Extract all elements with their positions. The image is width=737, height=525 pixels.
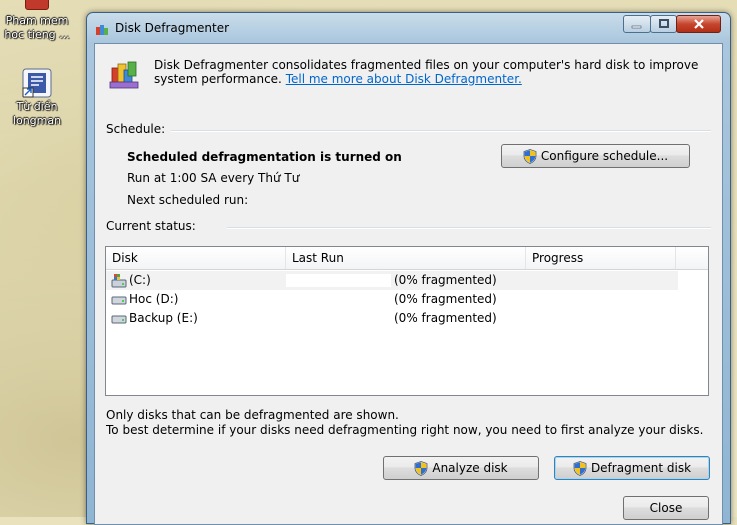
desktop-shortcut-label-line1: Pham mem <box>5 14 69 27</box>
last-run-date-blank <box>286 293 391 306</box>
disk-list-header: Disk Last Run Progress <box>106 247 708 270</box>
close-icon <box>693 19 704 29</box>
analyze-disk-label: Analyze disk <box>432 461 508 475</box>
schedule-group-label: Schedule: <box>106 122 166 136</box>
last-run-date-blank <box>286 274 391 287</box>
uac-shield-icon <box>414 460 428 476</box>
next-scheduled-run: Next scheduled run: <box>127 193 249 207</box>
configure-schedule-button[interactable]: Configure schedule... <box>501 144 690 168</box>
window-title: Disk Defragmenter <box>115 21 230 35</box>
disk-list[interactable]: Disk Last Run Progress (C:) (0% fragment… <box>105 246 709 396</box>
defrag-app-icon <box>96 25 108 35</box>
disk-row-c[interactable]: (C:) (0% fragmented) <box>106 271 678 290</box>
drive-icon <box>111 296 127 305</box>
column-header-progress[interactable]: Progress <box>526 247 676 269</box>
close-button[interactable]: Close <box>623 496 709 520</box>
defragment-disk-button[interactable]: Defragment disk <box>554 456 710 480</box>
notes-line-2: To best determine if your disks need def… <box>106 423 704 437</box>
desktop-shortcut-tu-dien[interactable]: Từ điển longman <box>0 68 76 128</box>
current-status-group-label: Current status: <box>106 219 196 233</box>
title-bar[interactable]: Disk Defragmenter <box>87 13 730 43</box>
last-run-status: (0% fragmented) <box>394 273 497 287</box>
schedule-status: Scheduled defragmentation is turned on <box>127 150 402 164</box>
maximize-icon <box>658 19 669 28</box>
current-status-divider <box>227 227 711 229</box>
notes-line-1: Only disks that can be defragmented are … <box>106 408 399 422</box>
drive-icon <box>111 315 127 324</box>
disk-defragmenter-window: Disk Defragmenter Disk Defragmenter cons… <box>86 12 731 525</box>
schedule-run-at: Run at 1:00 SA every Thứ Tư <box>127 171 300 185</box>
column-header-disk[interactable]: Disk <box>106 247 286 269</box>
uac-shield-icon <box>573 460 587 476</box>
desktop-shortcut-label-line2: longman <box>12 114 62 127</box>
close-window-button[interactable] <box>676 15 721 33</box>
desktop-shortcut-label-line1: Từ điển <box>16 100 58 113</box>
minimize-button[interactable] <box>623 15 651 33</box>
learn-more-link[interactable]: Tell me more about Disk Defragmenter. <box>286 72 522 86</box>
minimize-icon <box>631 25 642 29</box>
dialog-content: Disk Defragmenter consolidates fragmente… <box>94 43 723 525</box>
uac-shield-icon <box>523 148 537 164</box>
last-run-date-blank <box>286 312 391 325</box>
last-run-status: (0% fragmented) <box>394 311 497 325</box>
defragment-disk-label: Defragment disk <box>590 461 692 475</box>
disk-row-d[interactable]: Hoc (D:) (0% fragmented) <box>106 290 678 309</box>
analyze-disk-button[interactable]: Analyze disk <box>383 456 539 480</box>
maximize-button[interactable] <box>650 15 677 33</box>
last-run-status: (0% fragmented) <box>394 292 497 306</box>
desktop-shortcut-label-line2: hoc tieng ... <box>4 28 70 41</box>
desktop-shortcut-pham-mem[interactable]: Pham mem hoc tieng ... <box>0 0 76 42</box>
defrag-logo-icon <box>109 61 139 89</box>
intro-text: Disk Defragmenter consolidates fragmente… <box>154 58 714 86</box>
disk-row-e[interactable]: Backup (E:) (0% fragmented) <box>106 309 678 328</box>
configure-schedule-label: Configure schedule... <box>540 149 669 163</box>
column-header-last-run[interactable]: Last Run <box>286 247 526 269</box>
dictionary-shortcut-icon <box>22 68 52 98</box>
disk-name: (C:) <box>129 273 151 287</box>
disk-name: Backup (E:) <box>129 311 198 325</box>
disk-name: Hoc (D:) <box>129 292 179 306</box>
schedule-divider <box>171 130 711 132</box>
system-drive-icon <box>111 274 127 288</box>
app-shortcut-icon <box>25 0 49 10</box>
